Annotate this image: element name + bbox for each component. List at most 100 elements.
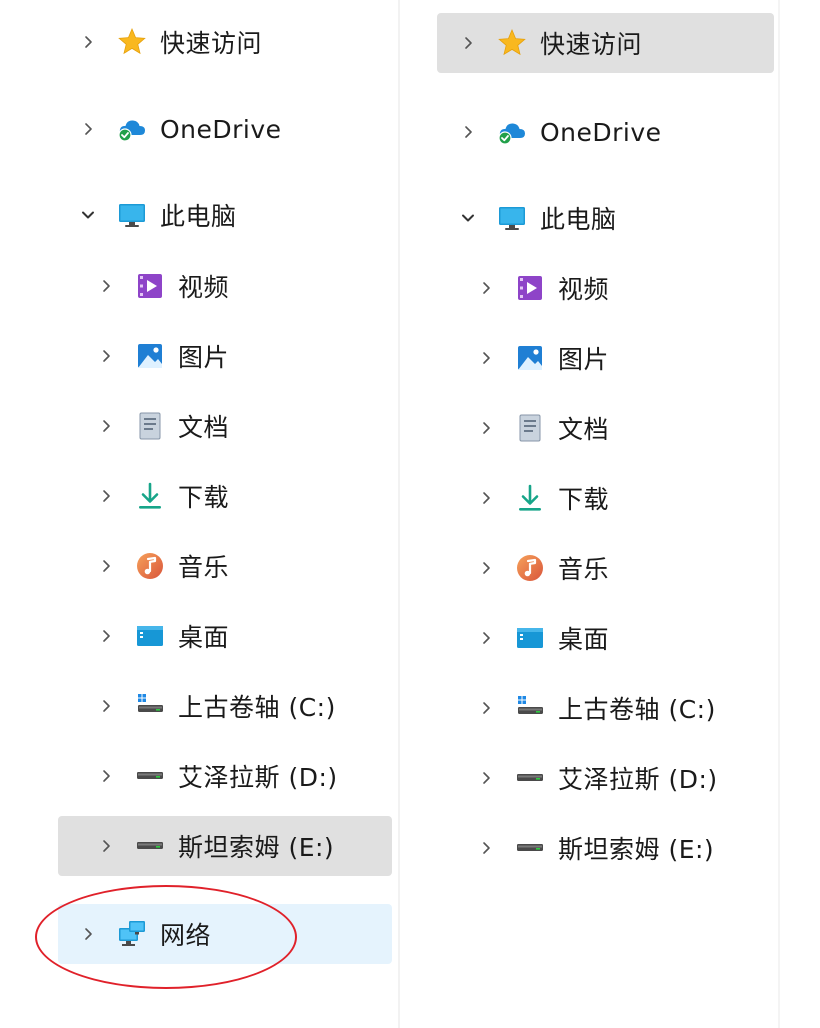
nav-item[interactable]: 图片 xyxy=(437,328,774,388)
nav-item-label: 斯坦索姆 (E:) xyxy=(558,835,715,864)
nav-item[interactable]: 斯坦索姆 (E:) xyxy=(437,818,774,878)
chevron-down-icon[interactable] xyxy=(78,205,98,225)
nav-item[interactable]: 网络 xyxy=(58,904,392,964)
nav-item[interactable]: 下载 xyxy=(58,466,392,526)
nav-item[interactable]: 图片 xyxy=(58,326,392,386)
nav-item-label: 斯坦索姆 (E:) xyxy=(178,833,335,862)
chevron-right-icon[interactable] xyxy=(78,119,98,139)
nav-item-label: 快速访问 xyxy=(540,30,643,59)
nav-item[interactable]: 音乐 xyxy=(58,536,392,596)
videos-icon xyxy=(134,270,166,302)
chevron-right-icon[interactable] xyxy=(476,838,496,858)
chevron-right-icon[interactable] xyxy=(476,278,496,298)
navigation-pane-right: 快速访问 OneDrive 此电脑视频图片文档下载音乐桌面上古卷轴 (C:) 艾泽拉斯… xyxy=(400,0,780,1028)
nav-item-label: 桌面 xyxy=(178,623,230,652)
drive-icon xyxy=(134,830,166,862)
chevron-right-icon[interactable] xyxy=(458,122,478,142)
chevron-right-icon[interactable] xyxy=(476,698,496,718)
nav-item-label: 视频 xyxy=(178,273,230,302)
chevron-right-icon[interactable] xyxy=(78,32,98,52)
nav-item[interactable]: 此电脑 xyxy=(437,188,774,248)
chevron-right-icon[interactable] xyxy=(476,628,496,648)
nav-item[interactable]: OneDrive xyxy=(437,102,774,162)
nav-item[interactable]: 桌面 xyxy=(58,606,392,666)
nav-item[interactable]: 快速访问 xyxy=(58,12,392,72)
nav-item-label: 音乐 xyxy=(178,553,230,582)
chevron-right-icon[interactable] xyxy=(96,836,116,856)
pictures-icon xyxy=(514,342,546,374)
nav-item-label: 音乐 xyxy=(558,555,610,584)
music-icon xyxy=(134,550,166,582)
nav-item[interactable]: 视频 xyxy=(58,256,392,316)
music-icon xyxy=(514,552,546,584)
chevron-right-icon[interactable] xyxy=(476,348,496,368)
system-drive-icon xyxy=(514,692,546,724)
nav-item[interactable]: 文档 xyxy=(437,398,774,458)
onedrive-icon xyxy=(496,116,528,148)
chevron-right-icon[interactable] xyxy=(96,556,116,576)
chevron-right-icon[interactable] xyxy=(96,766,116,786)
drive-icon xyxy=(134,760,166,792)
nav-item-label: 快速访问 xyxy=(160,29,263,58)
nav-item-label: 下载 xyxy=(178,483,230,512)
nav-item-label: 上古卷轴 (C:) xyxy=(558,695,716,724)
videos-icon xyxy=(514,272,546,304)
pane-border xyxy=(778,0,780,1028)
nav-item[interactable]: 艾泽拉斯 (D:) xyxy=(437,748,774,808)
chevron-down-icon[interactable] xyxy=(458,208,478,228)
this-pc-icon xyxy=(116,199,148,231)
chevron-right-icon[interactable] xyxy=(476,768,496,788)
chevron-right-icon[interactable] xyxy=(476,418,496,438)
nav-item-label: 文档 xyxy=(178,413,230,442)
downloads-icon xyxy=(134,480,166,512)
system-drive-icon xyxy=(134,690,166,722)
chevron-right-icon[interactable] xyxy=(96,626,116,646)
drive-icon xyxy=(514,762,546,794)
drive-icon xyxy=(514,832,546,864)
chevron-right-icon[interactable] xyxy=(476,558,496,578)
nav-item[interactable]: 艾泽拉斯 (D:) xyxy=(58,746,392,806)
chevron-right-icon[interactable] xyxy=(96,486,116,506)
documents-icon xyxy=(514,412,546,444)
nav-item[interactable]: 快速访问 xyxy=(437,13,774,73)
nav-item-label: OneDrive xyxy=(160,114,282,144)
nav-item[interactable]: 此电脑 xyxy=(58,185,392,245)
chevron-right-icon[interactable] xyxy=(78,924,98,944)
star-icon xyxy=(496,27,528,59)
nav-item-label: 图片 xyxy=(558,345,610,374)
nav-item[interactable]: 上古卷轴 (C:) xyxy=(437,678,774,738)
network-icon xyxy=(116,918,148,950)
chevron-right-icon[interactable] xyxy=(458,33,478,53)
nav-item[interactable]: 文档 xyxy=(58,396,392,456)
nav-item-label: 文档 xyxy=(558,415,610,444)
onedrive-icon xyxy=(116,113,148,145)
pictures-icon xyxy=(134,340,166,372)
nav-item[interactable]: 视频 xyxy=(437,258,774,318)
nav-item-label: 下载 xyxy=(558,485,610,514)
nav-item-label: 网络 xyxy=(160,921,212,950)
chevron-right-icon[interactable] xyxy=(96,346,116,366)
nav-item[interactable]: 上古卷轴 (C:) xyxy=(58,676,392,736)
chevron-right-icon[interactable] xyxy=(96,276,116,296)
nav-item[interactable]: OneDrive xyxy=(58,99,392,159)
nav-item[interactable]: 音乐 xyxy=(437,538,774,598)
nav-item-label: 艾泽拉斯 (D:) xyxy=(558,765,718,794)
nav-item[interactable]: 斯坦索姆 (E:) xyxy=(58,816,392,876)
nav-item-label: 艾泽拉斯 (D:) xyxy=(178,763,338,792)
nav-item[interactable]: 桌面 xyxy=(437,608,774,668)
chevron-right-icon[interactable] xyxy=(96,696,116,716)
star-icon xyxy=(116,26,148,58)
chevron-right-icon[interactable] xyxy=(96,416,116,436)
desktop-icon xyxy=(134,620,166,652)
nav-item-label: 上古卷轴 (C:) xyxy=(178,693,336,722)
navigation-pane-left: 快速访问 OneDrive 此电脑视频图片文档下载音乐桌面上古卷轴 (C:) 艾泽拉斯… xyxy=(0,0,398,1028)
nav-item-label: 图片 xyxy=(178,343,230,372)
downloads-icon xyxy=(514,482,546,514)
chevron-right-icon[interactable] xyxy=(476,488,496,508)
nav-item-label: OneDrive xyxy=(540,117,662,147)
nav-item-label: 桌面 xyxy=(558,625,610,654)
nav-item[interactable]: 下载 xyxy=(437,468,774,528)
this-pc-icon xyxy=(496,202,528,234)
nav-item-label: 此电脑 xyxy=(160,202,237,231)
desktop-icon xyxy=(514,622,546,654)
